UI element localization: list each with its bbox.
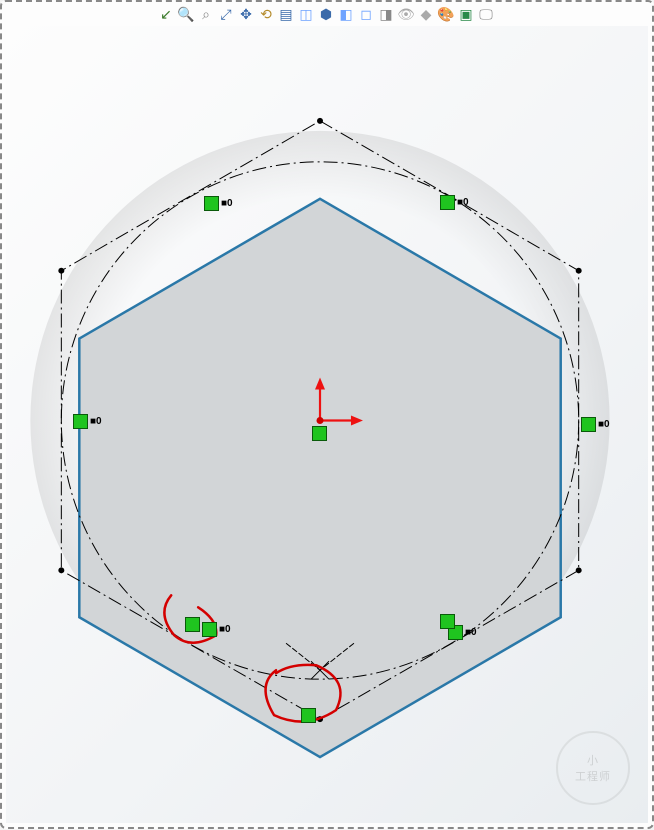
sketch-relation-badge[interactable]: ■0 xyxy=(202,622,231,637)
sketch-drawing xyxy=(6,26,648,823)
sketch-relation-badge[interactable] xyxy=(301,708,316,723)
view-normal-icon[interactable]: ▤ xyxy=(277,5,295,23)
sketch-relation-badge[interactable] xyxy=(185,617,200,632)
hidden-lines-icon[interactable]: ◻ xyxy=(357,5,375,23)
section-icon[interactable]: ◨ xyxy=(377,5,395,23)
perspective-icon[interactable]: 👁 xyxy=(397,5,415,23)
rotate-icon[interactable]: ⟲ xyxy=(257,5,275,23)
shaded-icon[interactable]: ◧ xyxy=(337,5,355,23)
zoom-area-icon[interactable]: ⌕ xyxy=(197,5,215,23)
scene-icon[interactable]: ▣ xyxy=(457,5,475,23)
sketch-relation-badge[interactable]: ■0 xyxy=(581,417,610,432)
isometric-icon[interactable]: ◫ xyxy=(297,5,315,23)
render-icon[interactable]: 🖵 xyxy=(477,5,495,23)
display-style-icon[interactable]: ⬢ xyxy=(317,5,335,23)
draft-icon[interactable]: ◆ xyxy=(417,5,435,23)
watermark-line2: 工程师 xyxy=(575,768,611,784)
view-toolbar: ↙🔍⌕⤢✥⟲▤◫⬢◧◻◨👁◆🎨▣🖵 xyxy=(157,5,495,23)
watermark: 小 工程师 xyxy=(556,731,630,805)
sketch-relation-badge[interactable] xyxy=(312,426,327,441)
zoom-fit-icon[interactable]: ⤢ xyxy=(217,5,235,23)
axis-icon[interactable]: ↙ xyxy=(157,5,175,23)
sketch-relation-badge[interactable]: ■0 xyxy=(73,414,102,429)
zoom-icon[interactable]: 🔍 xyxy=(177,5,195,23)
sketch-relation-badge[interactable]: ■0 xyxy=(440,195,469,210)
app-frame: ↙🔍⌕⤢✥⟲▤◫⬢◧◻◨👁◆🎨▣🖵 xyxy=(0,0,654,829)
graphics-viewport[interactable]: ■0■0■0■0■0■0 小 工程师 xyxy=(6,26,648,823)
pan-icon[interactable]: ✥ xyxy=(237,5,255,23)
sketch-relation-badge[interactable] xyxy=(440,614,455,629)
appearance-icon[interactable]: 🎨 xyxy=(437,5,455,23)
sketch-relation-badge[interactable]: ■0 xyxy=(204,196,233,211)
watermark-line1: 小 xyxy=(587,752,599,768)
